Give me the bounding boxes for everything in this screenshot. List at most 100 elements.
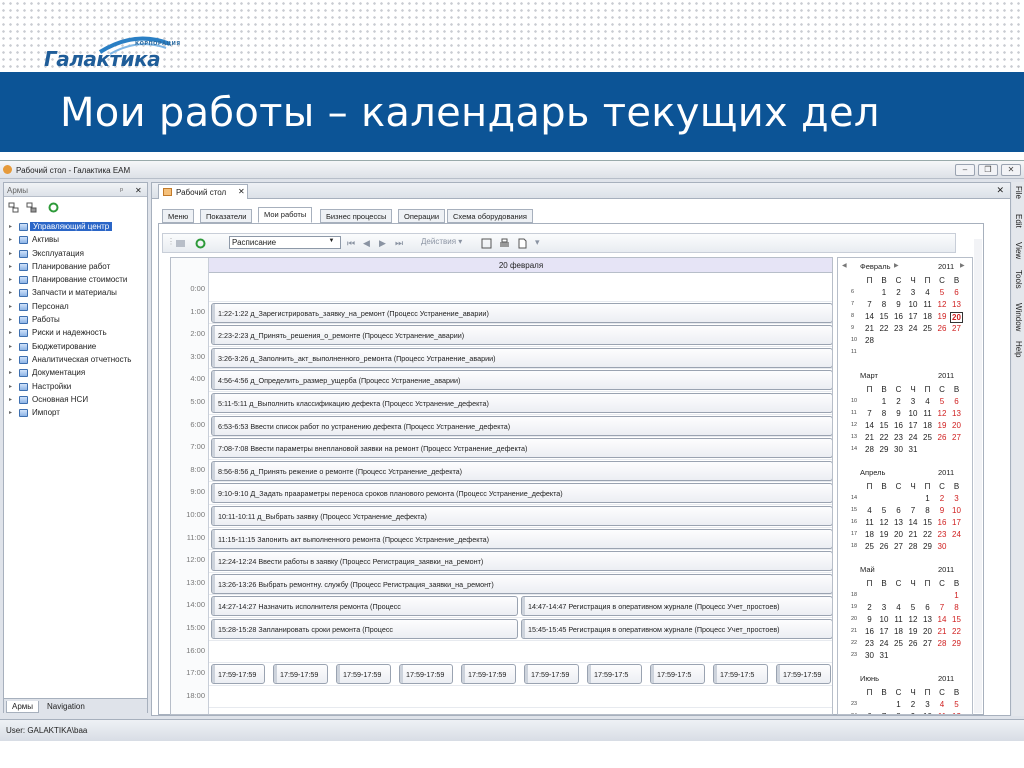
calendar-day[interactable]: 8: [892, 712, 905, 714]
appointment[interactable]: 9:10-9:10 Д_Задать праараметры переноса …: [211, 483, 832, 504]
appointment[interactable]: 14:27-14:27 Назначить исполнителя ремонт…: [211, 596, 518, 617]
calendar-day[interactable]: 23: [892, 433, 905, 442]
calendar-day[interactable]: 23: [863, 639, 876, 648]
tab-army[interactable]: Армы: [6, 701, 40, 713]
calendar-day[interactable]: 1: [950, 591, 963, 600]
calendar-day[interactable]: 2: [907, 700, 920, 709]
calendar-day[interactable]: 7: [863, 300, 876, 309]
tree-item[interactable]: ▸ Импорт: [4, 407, 147, 420]
calendar-day[interactable]: 15: [921, 518, 934, 527]
calendar-day[interactable]: 17: [878, 627, 891, 636]
calendar-day[interactable]: 5: [878, 506, 891, 515]
appointment[interactable]: 15:45-15:45 Регистрация в оперативном жу…: [521, 619, 832, 639]
calendar-day[interactable]: 12: [907, 615, 920, 624]
calendar-day[interactable]: 10: [921, 712, 934, 714]
calendar-day[interactable]: 5: [936, 397, 949, 406]
refresh-icon[interactable]: [48, 202, 59, 213]
calendar-day[interactable]: 5: [950, 700, 963, 709]
calendar-day[interactable]: 20: [950, 421, 963, 430]
calendar-day[interactable]: 16: [892, 421, 905, 430]
menu-view[interactable]: View: [1014, 242, 1023, 259]
appointment[interactable]: 17:59-17:59: [273, 664, 328, 685]
tree-item[interactable]: ▸ Аналитическая отчетность: [4, 354, 147, 367]
calendar-day[interactable]: 26: [936, 433, 949, 442]
export-icon[interactable]: [517, 238, 528, 249]
appointment[interactable]: 17:59-17:59: [336, 664, 391, 685]
calendar-day[interactable]: 25: [921, 433, 934, 442]
expand-all-icon[interactable]: [8, 202, 19, 213]
calendar-day[interactable]: 6: [892, 506, 905, 515]
calendar-day[interactable]: 26: [907, 639, 920, 648]
tree-item[interactable]: ▸ Настройки: [4, 381, 147, 394]
calendar-day[interactable]: 1: [921, 494, 934, 503]
calendar-day[interactable]: 19: [936, 421, 949, 430]
calendar-day[interactable]: 5: [907, 603, 920, 612]
calendar-day[interactable]: 9: [863, 615, 876, 624]
chevron-right-icon[interactable]: ▸: [9, 383, 12, 390]
calendar-day[interactable]: 27: [950, 433, 963, 442]
calendar-day[interactable]: 20: [950, 312, 963, 323]
calendar-day[interactable]: 31: [878, 651, 891, 660]
tree-item[interactable]: ▸ Персонал: [4, 301, 147, 314]
restore-button[interactable]: ❐: [978, 164, 998, 176]
calendar-day[interactable]: 3: [878, 603, 891, 612]
calendar-day[interactable]: 4: [892, 603, 905, 612]
chevron-right-icon[interactable]: ▸: [9, 263, 12, 270]
calendar-day[interactable]: 28: [863, 336, 876, 345]
calendar-day[interactable]: 28: [936, 639, 949, 648]
tree-item[interactable]: ▸ Планирование стоимости: [4, 274, 147, 287]
chevron-right-icon[interactable]: ▸: [9, 343, 12, 350]
next-icon[interactable]: ▶: [379, 238, 386, 249]
calendar-day[interactable]: 18: [892, 627, 905, 636]
chevron-right-icon[interactable]: ▸: [9, 236, 12, 243]
inner-tab[interactable]: Меню: [162, 209, 195, 223]
appointment[interactable]: 17:59-17:5: [650, 664, 705, 685]
calendar-day[interactable]: 1: [878, 288, 891, 297]
calendar-day[interactable]: 13: [921, 615, 934, 624]
appointment[interactable]: 2:23-2:23 д_Принять_решения_о_ремонте (П…: [211, 325, 832, 346]
last-icon[interactable]: ⏭: [395, 238, 403, 249]
calendar-day[interactable]: 1: [878, 397, 891, 406]
tree-item[interactable]: ▸ Основная НСИ: [4, 394, 147, 407]
calendar-day[interactable]: 13: [950, 409, 963, 418]
calendar-day[interactable]: 7: [863, 409, 876, 418]
first-icon[interactable]: ⏮: [347, 238, 355, 249]
chevron-right-icon[interactable]: ▸: [9, 223, 12, 230]
calendar-day[interactable]: 31: [907, 445, 920, 454]
calendar-day[interactable]: 11: [936, 712, 949, 714]
tree-item[interactable]: ▸ Запчасти и материалы: [4, 287, 147, 300]
appointment[interactable]: 17:59-17:59: [211, 664, 265, 685]
calendar-day[interactable]: 30: [863, 651, 876, 660]
calendar-day[interactable]: 16: [936, 518, 949, 527]
settings-icon[interactable]: [481, 238, 492, 249]
new-item-icon[interactable]: [175, 238, 186, 249]
pin-icon[interactable]: ᵖ: [120, 186, 123, 195]
close-tab-icon[interactable]: ✕: [238, 187, 245, 196]
calendar-day[interactable]: 27: [950, 324, 963, 333]
appointment[interactable]: 6:53-6:53 Ввести список работ по устране…: [211, 415, 832, 436]
calendar-day[interactable]: 28: [863, 445, 876, 454]
calendar-day[interactable]: 11: [921, 409, 934, 418]
calendar-day[interactable]: 22: [878, 433, 891, 442]
calendar-day[interactable]: 20: [892, 530, 905, 539]
calendar-day[interactable]: 9: [907, 712, 920, 714]
calendar-day[interactable]: 16: [892, 312, 905, 321]
calendar-day[interactable]: 10: [878, 615, 891, 624]
chevron-right-icon[interactable]: ▸: [9, 289, 12, 296]
appointment[interactable]: 17:59-17:5: [587, 664, 642, 685]
calendar-day[interactable]: 30: [892, 445, 905, 454]
calendar-day[interactable]: 22: [950, 627, 963, 636]
calendar-day[interactable]: 3: [921, 700, 934, 709]
appointment[interactable]: 13:26-13:26 Выбрать ремонтну. службу (Пр…: [211, 573, 832, 594]
calendar-day[interactable]: 2: [892, 288, 905, 297]
tree-item[interactable]: ▸ Работы: [4, 314, 147, 327]
calendar-day[interactable]: 14: [907, 518, 920, 527]
appointment[interactable]: 17:59-17:5: [713, 664, 768, 685]
calendar-day[interactable]: 3: [907, 288, 920, 297]
menu-help[interactable]: Help: [1014, 341, 1023, 357]
calendar-day[interactable]: 8: [921, 506, 934, 515]
calendar-day[interactable]: 7: [936, 603, 949, 612]
calendar-day[interactable]: 29: [950, 639, 963, 648]
calendar-day[interactable]: 13: [892, 518, 905, 527]
calendar-day[interactable]: 8: [878, 409, 891, 418]
